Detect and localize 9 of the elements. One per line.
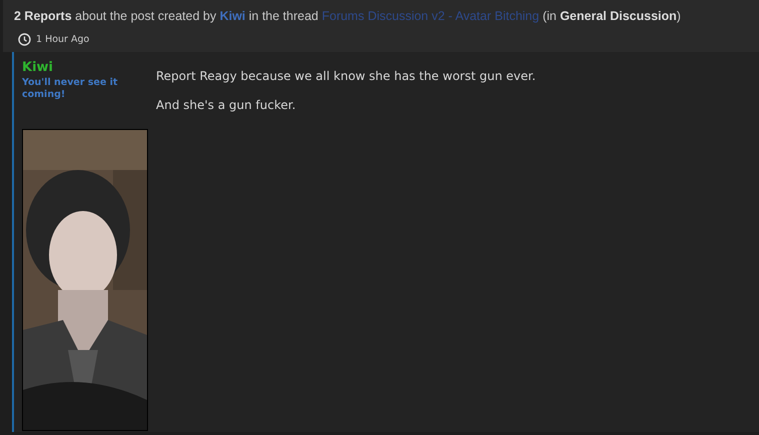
post-text: Report Reagy because we all know she has the worst gun ever.	[156, 69, 536, 83]
username-link[interactable]: Kiwi	[220, 9, 246, 23]
author-name[interactable]: Kiwi	[22, 60, 53, 75]
report-summary: 2 Reports about the post created by Kiwi in the thread Forums Discussion v2 - Avatar Bitching (in General Discussion)	[14, 9, 682, 23]
post-text: And she's a gun fucker.	[156, 98, 297, 112]
clock-icon	[18, 33, 31, 46]
thread-link[interactable]: Forums Discussion v2 - Avatar Bitching	[322, 9, 540, 23]
timestamp: 1 Hour Ago	[36, 34, 90, 45]
user-title: You'll never see it coming!	[22, 77, 119, 101]
